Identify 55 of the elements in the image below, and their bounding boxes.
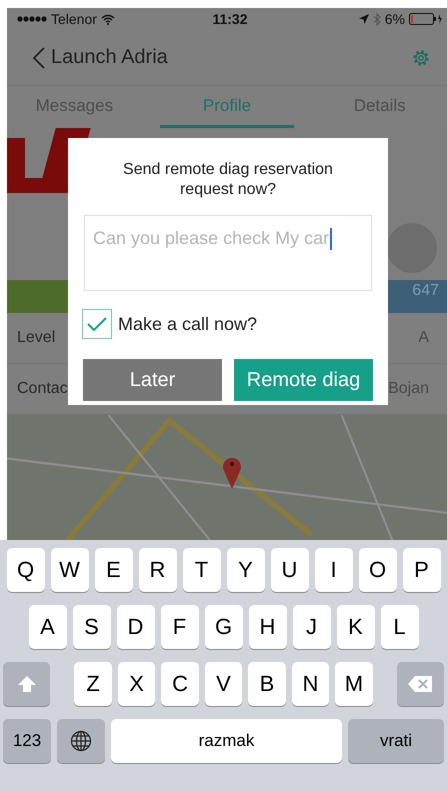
keyboard-key[interactable]: T bbox=[182, 548, 220, 592]
keyboard-key[interactable]: M bbox=[335, 662, 373, 706]
battery-percent: 6% bbox=[384, 11, 405, 27]
keyboard-key[interactable]: G bbox=[204, 605, 242, 649]
space-key[interactable]: razmak bbox=[111, 719, 342, 763]
battery-icon bbox=[408, 13, 443, 25]
keyboard-key[interactable]: S bbox=[72, 605, 110, 649]
backspace-key[interactable] bbox=[396, 662, 444, 706]
keyboard-key[interactable]: Q bbox=[6, 548, 44, 592]
keyboard-key[interactable]: W bbox=[50, 548, 88, 592]
keyboard-key[interactable]: P bbox=[402, 548, 440, 592]
location-arrow-icon bbox=[358, 14, 369, 24]
keyboard-key[interactable]: H bbox=[248, 605, 286, 649]
keyboard-key[interactable]: K bbox=[336, 605, 374, 649]
later-button[interactable]: Later bbox=[83, 359, 222, 401]
keyboard-key[interactable]: L bbox=[380, 605, 418, 649]
keyboard-key[interactable]: A bbox=[28, 605, 66, 649]
shift-arrow-icon bbox=[16, 675, 37, 693]
keyboard-key[interactable]: D bbox=[116, 605, 154, 649]
checkbox-label: Make a call now? bbox=[118, 314, 258, 334]
banner-value: 647 bbox=[412, 282, 439, 300]
keyboard-key[interactable]: Y bbox=[226, 548, 264, 592]
bluetooth-icon bbox=[372, 12, 381, 26]
screen-title: Launch Adria bbox=[51, 46, 169, 69]
keyboard-key[interactable]: V bbox=[204, 662, 242, 706]
keyboard-key[interactable]: I bbox=[314, 548, 352, 592]
keyboard-key[interactable]: B bbox=[248, 662, 286, 706]
keyboard-key[interactable]: J bbox=[292, 605, 330, 649]
keyboard-key[interactable]: E bbox=[94, 548, 132, 592]
numbers-key[interactable]: 123 bbox=[3, 719, 51, 763]
keyboard-key[interactable]: R bbox=[138, 548, 176, 592]
globe-icon bbox=[70, 730, 92, 752]
dialog-title: Send remote diag reservation request now? bbox=[122, 160, 334, 200]
keyboard-key[interactable]: Z bbox=[74, 662, 112, 706]
map-pin-icon bbox=[222, 455, 242, 489]
keyboard-key[interactable]: X bbox=[118, 662, 156, 706]
keyboard-key[interactable]: N bbox=[292, 662, 330, 706]
wifi-icon bbox=[100, 14, 115, 24]
clock-time: 11:32 bbox=[212, 11, 248, 27]
keyboard-key[interactable]: F bbox=[160, 605, 198, 649]
keyboard-key[interactable]: C bbox=[161, 662, 199, 706]
row-label: Level bbox=[17, 329, 56, 347]
keyboard-key[interactable]: O bbox=[358, 548, 396, 592]
carrier-name: Telenor bbox=[51, 11, 97, 27]
back-chevron-icon[interactable] bbox=[33, 46, 45, 68]
shift-key[interactable] bbox=[3, 662, 50, 706]
globe-key[interactable] bbox=[57, 719, 105, 763]
row-label: Contac bbox=[17, 380, 68, 398]
checkmark-icon bbox=[86, 316, 108, 332]
return-key[interactable]: vrati bbox=[348, 719, 444, 763]
checkbox[interactable] bbox=[82, 309, 112, 339]
signal-icon bbox=[17, 16, 47, 22]
backspace-icon bbox=[407, 675, 434, 693]
text-cursor bbox=[330, 228, 332, 250]
keyboard-key[interactable]: U bbox=[270, 548, 308, 592]
